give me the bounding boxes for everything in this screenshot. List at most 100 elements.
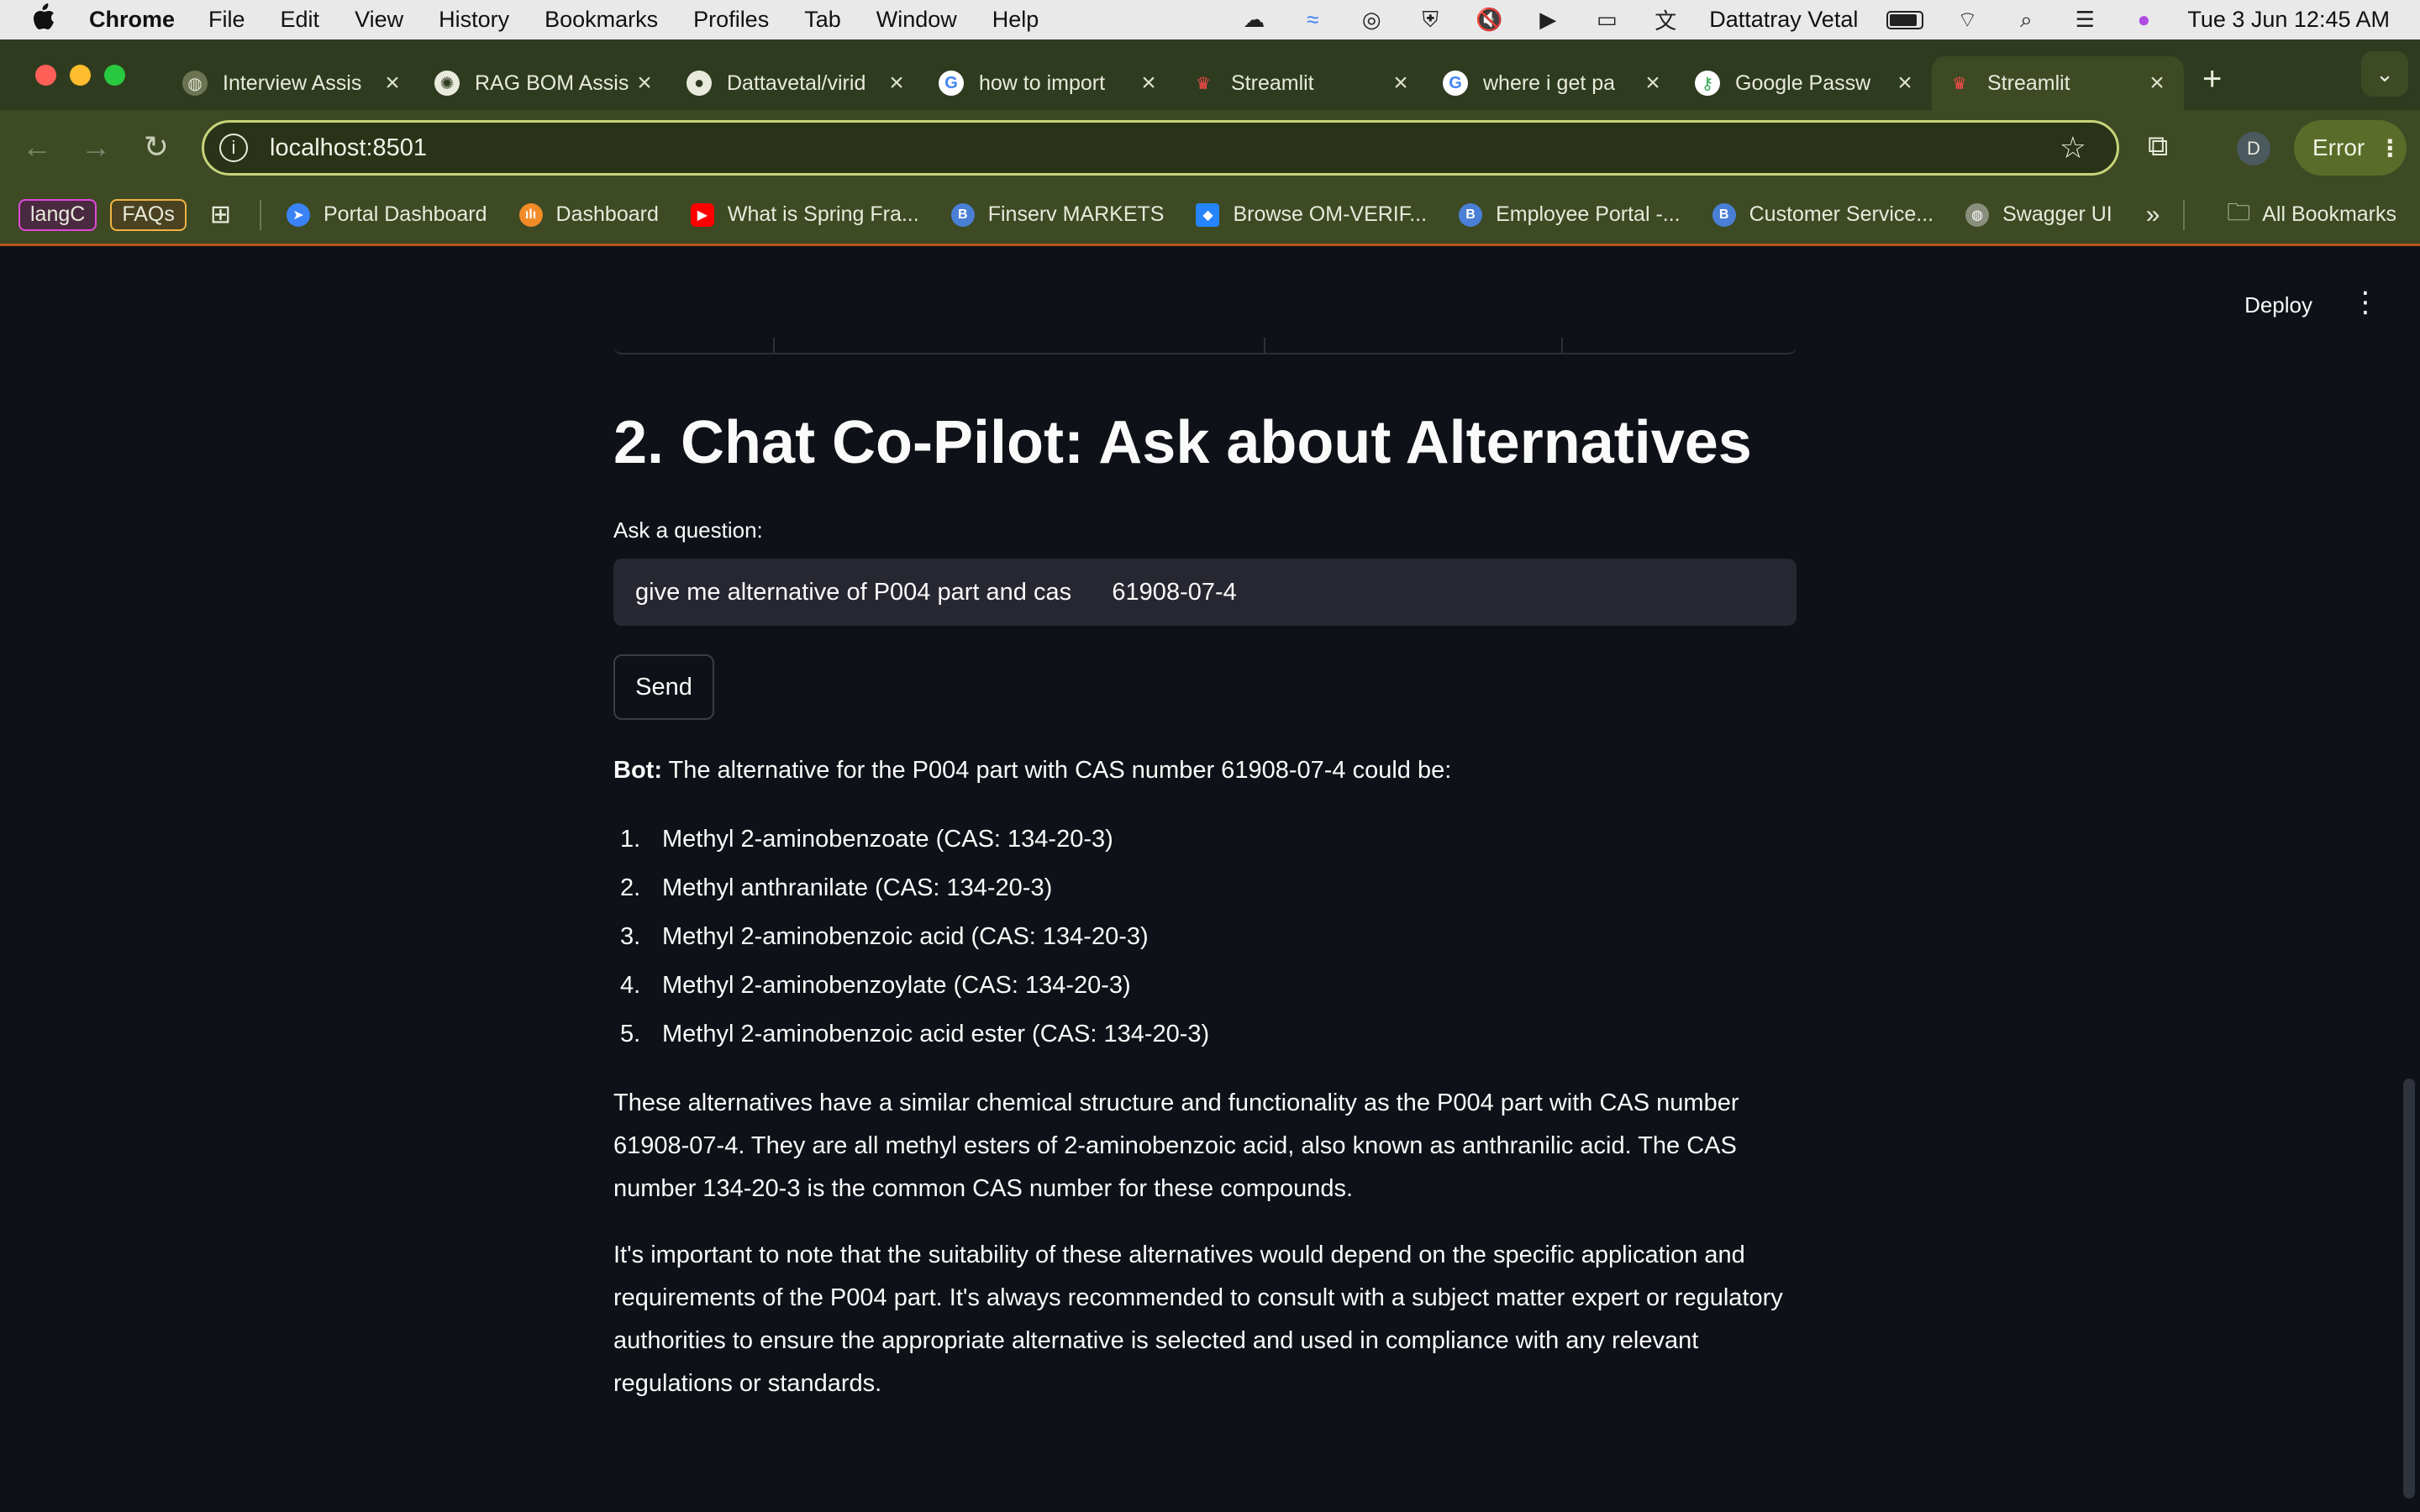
all-bookmarks-button[interactable]: 🗀 All Bookmarks xyxy=(2227,195,2396,235)
close-tab-icon[interactable]: × xyxy=(381,69,404,97)
openai-icon: ✺ xyxy=(434,71,460,96)
close-tab-icon[interactable]: × xyxy=(2145,69,2169,97)
bookmark-item[interactable]: ▶ What is Spring Fra... xyxy=(690,202,919,227)
display-icon[interactable]: ▭ xyxy=(1591,7,1622,33)
bookmark-item[interactable]: ◍ Swagger UI xyxy=(1965,202,2112,227)
google-icon: G xyxy=(939,71,964,96)
b-icon: B xyxy=(1459,202,1483,227)
bot-label: Bot: xyxy=(613,757,662,785)
profile-avatar[interactable]: D xyxy=(2237,132,2270,165)
address-bar[interactable]: i localhost:8501 ☆ xyxy=(202,120,2119,176)
extensions-icon[interactable]: ⧉ xyxy=(2148,130,2183,165)
deploy-button[interactable]: Deploy xyxy=(2244,292,2312,318)
table-column-divider xyxy=(773,338,775,354)
bookmark-folder-faqs[interactable]: FAQs xyxy=(110,198,187,231)
control-center-icon[interactable]: ☰ xyxy=(2070,7,2100,33)
menu-tab[interactable]: Tab xyxy=(804,7,841,33)
minimize-window-button[interactable] xyxy=(70,64,91,86)
more-bookmarks-chevron-icon[interactable]: » xyxy=(2146,201,2160,229)
question-input-label: Ask a question: xyxy=(613,517,763,543)
more-vertical-icon[interactable]: ⋮ xyxy=(2351,286,2380,319)
close-tab-icon[interactable]: × xyxy=(1137,69,1160,97)
bot-intro-text: The alternative for the P004 part with C… xyxy=(661,757,1452,785)
tab-title: Interview Assis xyxy=(223,71,362,95)
zoom-window-button[interactable] xyxy=(104,64,125,86)
close-tab-icon[interactable]: × xyxy=(1893,69,1917,97)
wifi-icon[interactable]: ⌔ xyxy=(1952,7,1982,33)
forward-button[interactable]: → xyxy=(79,129,113,164)
browser-tab[interactable]: ◍ Interview Assis × xyxy=(167,56,419,110)
google-icon: G xyxy=(1443,71,1468,96)
close-tab-icon[interactable]: × xyxy=(633,69,656,97)
bookmark-item[interactable]: ◆ Browse OM-VERIF... xyxy=(1196,202,1427,227)
siri-icon[interactable]: ● xyxy=(2128,7,2159,33)
error-button[interactable]: Error ⋮ xyxy=(2294,120,2407,176)
menu-bookmarks[interactable]: Bookmarks xyxy=(544,7,658,33)
browser-tab[interactable]: ⚷ Google Passw × xyxy=(1680,56,1932,110)
play-icon[interactable]: ▶ xyxy=(1533,7,1563,33)
menu-file[interactable]: File xyxy=(208,7,245,33)
url-text[interactable]: localhost:8501 xyxy=(270,134,427,162)
bot-response-intro: Bot: The alternative for the P004 part w… xyxy=(613,753,1798,788)
menu-edit[interactable]: Edit xyxy=(281,7,320,33)
youtube-icon: ▶ xyxy=(690,202,714,227)
bookmark-item[interactable]: B Customer Service... xyxy=(1712,202,1933,227)
bookmark-star-icon[interactable]: ☆ xyxy=(2060,130,2086,165)
main-container: 2. Chat Co-Pilot: Ask about Alternatives… xyxy=(613,407,1798,1405)
cloud-icon[interactable]: ☁ xyxy=(1239,7,1269,33)
menu-app-chrome[interactable]: Chrome xyxy=(89,7,175,33)
battery-icon[interactable] xyxy=(1886,10,1924,29)
browser-toolbar: ← → ↻ i localhost:8501 ☆ ⧉ D Error ⋮ xyxy=(0,110,2420,186)
site-info-icon[interactable]: i xyxy=(219,134,248,162)
browser-tab[interactable]: G how to import × xyxy=(923,56,1176,110)
tab-title: Google Passw xyxy=(1735,71,1871,95)
menu-help[interactable]: Help xyxy=(992,7,1039,33)
all-bookmarks-label: All Bookmarks xyxy=(2262,202,2396,226)
tab-title: Streamlit xyxy=(1987,71,2070,95)
tab-title: RAG BOM Assis xyxy=(475,71,629,95)
new-tab-button[interactable]: + xyxy=(2202,60,2222,98)
bookmark-folder-langc[interactable]: langC xyxy=(18,198,97,231)
streamlit-app: Deploy ⋮ 2. Chat Co-Pilot: Ask about Alt… xyxy=(0,247,2420,1512)
browser-tab[interactable]: G where i get pa × xyxy=(1428,56,1680,110)
send-button[interactable]: Send xyxy=(613,654,714,721)
menu-view[interactable]: View xyxy=(355,7,403,33)
list-item: 5. Methyl 2-aminobenzoic acid ester (CAS:… xyxy=(613,1010,1798,1058)
menu-window[interactable]: Window xyxy=(876,7,957,33)
question-input[interactable]: give me alternative of P004 part and cas… xyxy=(613,559,1797,627)
close-tab-icon[interactable]: × xyxy=(1389,69,1413,97)
close-tab-icon[interactable]: × xyxy=(1641,69,1665,97)
tab-search-button[interactable]: ⌄ xyxy=(2361,51,2408,97)
reload-button[interactable]: ↻ xyxy=(139,129,173,164)
section-heading: 2. Chat Co-Pilot: Ask about Alternatives xyxy=(613,409,1752,476)
spotlight-search-icon[interactable]: ⌕ xyxy=(2011,7,2041,33)
menu-history[interactable]: History xyxy=(439,7,509,33)
alternatives-list: 1. Methyl 2-aminobenzoate (CAS: 134-20-3)… xyxy=(613,815,1798,1058)
bookmark-item[interactable]: ➤ Portal Dashboard xyxy=(286,202,487,227)
tab-strip: ◍ Interview Assis × ✺ RAG BOM Assis × ● … xyxy=(0,39,2420,110)
bookmark-item[interactable]: ılı Dashboard xyxy=(518,202,659,227)
alternative-text: Methyl anthranilate (CAS: 134-20-3) xyxy=(662,874,1053,901)
bookmark-item[interactable]: B Employee Portal -... xyxy=(1459,202,1681,227)
apps-grid-icon[interactable]: ⊞ xyxy=(210,200,231,229)
browser-tab[interactable]: ♛ Streamlit × xyxy=(1176,56,1428,110)
menubar-clock[interactable]: Tue 3 Jun 12:45 AM xyxy=(2187,7,2390,33)
back-button[interactable]: ← xyxy=(20,129,54,164)
close-window-button[interactable] xyxy=(35,64,56,86)
bookmark-label: Portal Dashboard xyxy=(323,202,487,226)
page-scrollbar[interactable] xyxy=(2403,1079,2415,1499)
alternative-text: Methyl 2-aminobenzoic acid ester (CAS: 1… xyxy=(662,1020,1210,1047)
browser-tab-active[interactable]: ♛ Streamlit × xyxy=(1932,56,2184,110)
browser-tab[interactable]: ✺ RAG BOM Assis × xyxy=(419,56,671,110)
user-name[interactable]: Dattatray Vetal xyxy=(1709,7,1858,33)
browser-tab[interactable]: ● Dattavetal/virid × xyxy=(671,56,923,110)
bookmark-item[interactable]: B Finserv MARKETS xyxy=(950,202,1164,227)
mute-icon[interactable]: 🔇 xyxy=(1474,7,1504,33)
close-tab-icon[interactable]: × xyxy=(885,69,908,97)
shield-icon[interactable]: ⛨ xyxy=(1415,7,1445,33)
apple-icon[interactable] xyxy=(32,3,57,36)
sync-icon[interactable]: ≈ xyxy=(1297,7,1328,33)
translate-icon[interactable]: 文 xyxy=(1650,8,1681,34)
vpn-icon[interactable]: ◎ xyxy=(1356,7,1386,33)
menu-profiles[interactable]: Profiles xyxy=(693,7,769,33)
